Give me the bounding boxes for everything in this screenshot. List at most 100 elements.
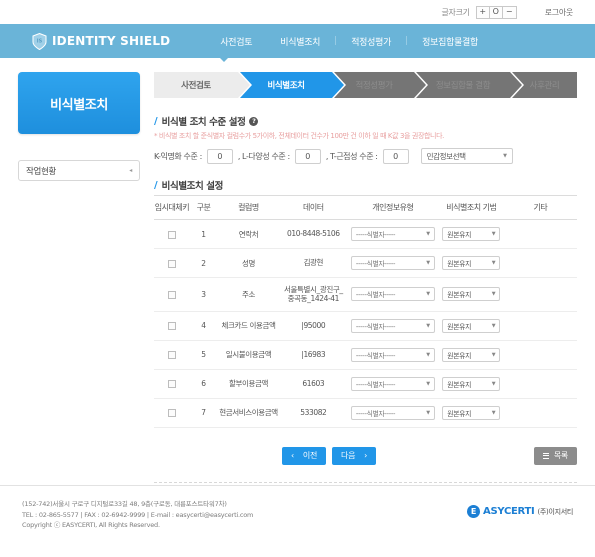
hamburger-icon: [542, 452, 549, 459]
l-level-input[interactable]: [294, 148, 321, 164]
nav-item-deidentification[interactable]: 비식별조치: [266, 35, 334, 48]
row-checkbox-cell: [154, 369, 190, 399]
chevron-down-icon: ▼: [491, 351, 496, 358]
list-button[interactable]: 목록: [533, 446, 577, 465]
level-section-heading: / 비식별 조치 수준 설정 ?: [154, 114, 577, 128]
row-technique-cell: 원본유지 ▼: [438, 248, 504, 278]
list-label: 목록: [553, 451, 568, 461]
row-etc: [503, 398, 577, 428]
technique-value: 원본유지: [447, 409, 472, 418]
step-pre-review[interactable]: 사전검토: [154, 72, 252, 98]
row-checkbox-cell: [154, 398, 190, 428]
nav-item-adequacy-evaluation[interactable]: 적정성평가: [337, 35, 405, 48]
l-level-label: L-다양성 수준 :: [242, 151, 290, 161]
brand-logo[interactable]: IS IDENTITY SHIELD: [32, 32, 170, 50]
privacy-type-select[interactable]: -----식별자----- ▼: [350, 405, 435, 420]
table-row: 5 일시불이용금액 |16983 -----식별자----- ▼ 원본유지 ▼: [154, 340, 577, 370]
step-label: 정보집합물 결합: [435, 81, 491, 91]
row-data: 김광현: [279, 248, 347, 278]
step-indicator: 사전검토 비식별조치 적정성평가 정보집합물 결합 사후관리: [154, 72, 577, 98]
table-row: 4 체크카드 이용금액 |95000 -----식별자----- ▼ 원본유지 …: [154, 311, 577, 341]
technique-select[interactable]: 원본유지 ▼: [442, 227, 501, 241]
step-label: 적정성평가: [355, 81, 393, 91]
slash-icon: /: [154, 115, 158, 127]
row-checkbox[interactable]: [167, 290, 176, 299]
row-no: 2: [189, 248, 218, 278]
technique-select[interactable]: 원본유지 ▼: [442, 376, 501, 391]
row-column-name: 체크카드 이용금액: [217, 311, 280, 341]
row-checkbox[interactable]: [167, 230, 176, 239]
technique-value: 원본유지: [447, 231, 472, 239]
nav-item-pre-review[interactable]: 사전검토: [206, 35, 266, 48]
deidentification-settings-table: 임시대체키 구분 컬럼명 데이터 개인정보유형 비식별조치 기법 기타 1 연락…: [154, 195, 577, 428]
technique-value: 원본유지: [447, 380, 472, 389]
chevron-left-icon: ◂: [129, 167, 132, 174]
step-adequacy-evaluation[interactable]: 적정성평가: [334, 72, 428, 98]
row-technique-cell: 원본유지 ▼: [438, 340, 504, 370]
table-body: 1 연락처 010-8448-5106 -----식별자----- ▼ 원본유지…: [154, 219, 577, 428]
main-navigation: 사전검토 비식별조치 | 적정성평가 | 정보집합물결합: [206, 35, 492, 48]
chevron-down-icon: ▼: [491, 409, 496, 416]
nav-active-caret-icon: [220, 58, 228, 62]
nav-item-dataset-combination[interactable]: 정보집합물결합: [408, 35, 492, 48]
row-technique-cell: 원본유지 ▼: [438, 369, 504, 399]
technique-value: 원본유지: [447, 291, 472, 300]
row-column-name: 성명: [217, 248, 280, 278]
technique-select[interactable]: 원본유지 ▼: [442, 256, 501, 270]
row-data-text: |95000: [301, 321, 326, 331]
privacy-type-select[interactable]: -----식별자----- ▼: [350, 318, 435, 333]
column-header-temp-key: 임시대체키: [154, 195, 190, 220]
technique-select[interactable]: 원본유지 ▼: [442, 405, 501, 420]
row-no: 7: [189, 398, 218, 428]
footer-line-address: (152-742)서울시 구로구 디지털로33길 48, 9층(구로동, 대륭포…: [22, 500, 227, 508]
row-technique-cell: 원본유지 ▼: [438, 219, 504, 249]
row-etc: [503, 311, 577, 341]
technique-select[interactable]: 원본유지 ▼: [442, 347, 501, 362]
chevron-down-icon: ▼: [491, 291, 496, 298]
privacy-type-value: -----식별자-----: [355, 231, 396, 239]
technique-select[interactable]: 원본유지 ▼: [442, 318, 501, 333]
k-level-input[interactable]: [206, 148, 233, 164]
step-deidentification[interactable]: 비식별조치: [240, 72, 346, 98]
technique-select[interactable]: 원본유지 ▼: [442, 287, 501, 302]
row-column-name: 할부이용금액: [217, 369, 280, 399]
row-checkbox[interactable]: [167, 259, 176, 268]
prev-label: 이전: [302, 451, 318, 461]
step-dataset-combination[interactable]: 정보집합물 결합: [416, 72, 524, 98]
footer-logo-subtext: (주)이지서티: [537, 507, 573, 516]
prev-button[interactable]: ‹ 이전: [282, 446, 327, 465]
step-chevron-icon: [414, 72, 426, 98]
privacy-type-select[interactable]: -----식별자----- ▼: [350, 376, 435, 391]
chevron-down-icon: ▼: [503, 153, 507, 159]
row-data: 533082: [279, 398, 347, 428]
row-checkbox[interactable]: [167, 409, 176, 418]
row-technique-cell: 원본유지 ▼: [438, 277, 504, 312]
fontsize-decrease-button[interactable]: −: [502, 6, 516, 18]
sensitive-info-select[interactable]: 민감정보선택 ▼: [420, 148, 513, 164]
site-header: IS IDENTITY SHIELD 사전검토 비식별조치 | 적정성평가 | …: [0, 24, 595, 62]
row-privacy-type-cell: -----식별자----- ▼: [346, 277, 439, 312]
privacy-type-select[interactable]: -----식별자----- ▼: [350, 256, 435, 270]
sidebar: 비식별조치 작업현황 ◂: [18, 72, 140, 483]
level-section-title: 비식별 조치 수준 설정: [161, 117, 246, 128]
logout-link[interactable]: 로그아웃: [545, 7, 574, 18]
technique-value: 원본유지: [447, 260, 472, 268]
privacy-type-select[interactable]: -----식별자----- ▼: [350, 287, 435, 302]
privacy-type-value: -----식별자-----: [355, 322, 396, 331]
fontsize-reset-button[interactable]: O: [489, 6, 503, 18]
next-button[interactable]: 다음 ›: [332, 446, 377, 465]
row-data-text: |16983: [301, 350, 326, 360]
footer-address-block: (152-742)서울시 구로구 디지털로33길 48, 9층(구로동, 대륭포…: [22, 499, 253, 531]
row-data: |95000: [279, 311, 347, 341]
t-level-input[interactable]: [382, 148, 409, 164]
privacy-type-select[interactable]: -----식별자----- ▼: [350, 347, 435, 362]
help-icon[interactable]: ?: [249, 116, 259, 126]
fontsize-increase-button[interactable]: +: [476, 6, 490, 18]
row-checkbox[interactable]: [167, 322, 176, 331]
row-checkbox[interactable]: [167, 380, 176, 389]
table-header-row: 임시대체키 구분 컬럼명 데이터 개인정보유형 비식별조치 기법 기타: [154, 195, 577, 220]
sidebar-menu-work-status[interactable]: 작업현황 ◂: [18, 160, 140, 181]
row-checkbox[interactable]: [167, 351, 176, 360]
privacy-type-value: -----식별자-----: [355, 380, 396, 389]
privacy-type-select[interactable]: -----식별자----- ▼: [350, 227, 435, 241]
